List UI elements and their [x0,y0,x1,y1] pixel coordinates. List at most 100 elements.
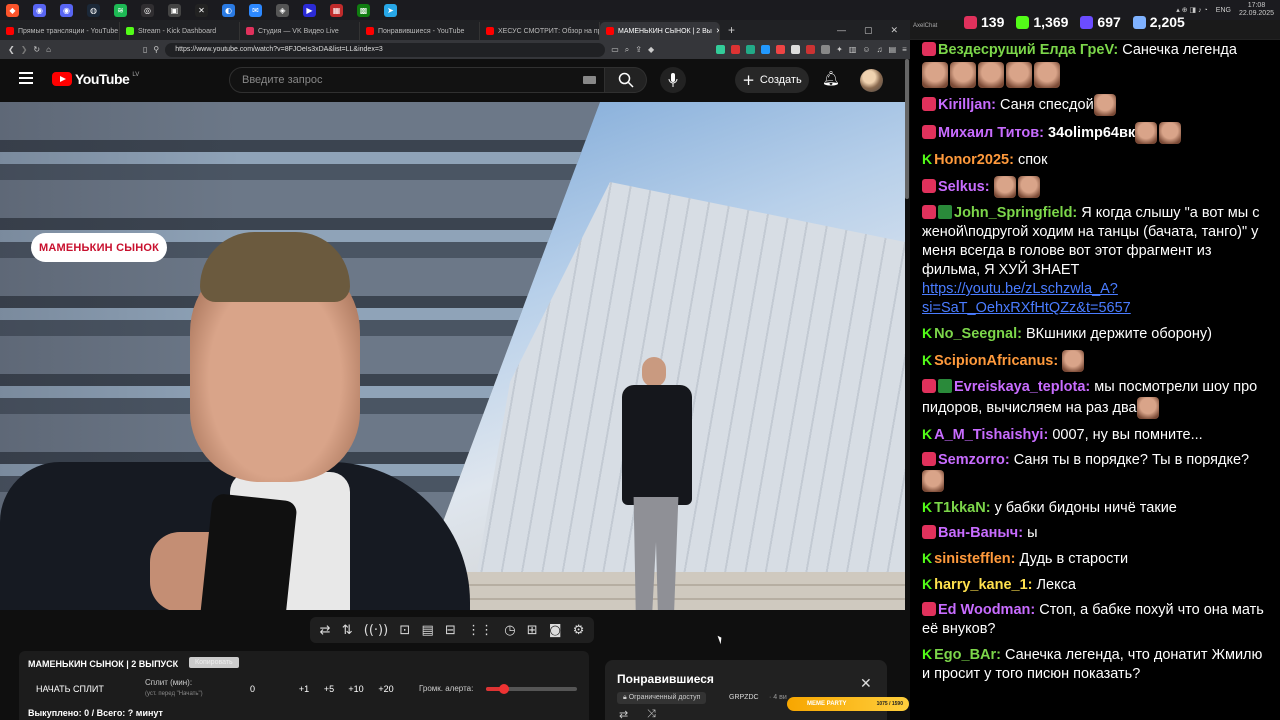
speed-icon[interactable]: ◷ [504,623,515,638]
wallet-icon[interactable]: ▤ [889,45,897,54]
reload-icon[interactable]: ↻ [33,45,40,54]
chat-author[interactable]: Михаил Титов: [938,125,1044,141]
chat-author[interactable]: Honor2025: [934,152,1014,168]
discord-icon-2[interactable]: ◉ [60,3,73,17]
browser-tab[interactable]: ХЕСУС СМОТРИТ: Обзор на пропа [480,22,600,40]
shuffle-icon[interactable]: ⤨ [647,708,656,720]
pip-icon[interactable]: ⊡ [399,623,410,638]
miniplayer-icon[interactable]: ⊟ [445,623,456,638]
browser-icon[interactable]: ◐ [222,3,235,17]
browser-tab[interactable]: Студия — VK Видео Live [240,22,360,40]
profile-icon[interactable]: ☺ [862,45,870,54]
alert-volume-handle[interactable] [499,684,510,694]
chat-author[interactable]: Semzorro: [938,452,1010,468]
forward-icon[interactable]: ❯ [21,45,28,54]
site-info-icon[interactable]: ⚲ [153,45,159,54]
browser-tab[interactable]: Stream - Kick Dashboard [120,22,240,40]
alert-volume-slider[interactable] [486,684,577,694]
playlist-title[interactable]: Понравившиеся [617,672,714,686]
home-icon[interactable]: ⌂ [46,45,51,54]
start-split-button[interactable]: НАЧАТЬ СПЛИТ [36,684,104,694]
zoom-icon[interactable]: ⌕ [625,45,629,55]
extension-icon-2[interactable] [731,45,741,54]
maximize-icon[interactable]: ▢ [864,25,873,36]
steam-icon[interactable]: ◍ [87,3,100,17]
brave-icon[interactable]: ◆ [6,3,19,17]
spotify-icon[interactable]: ≋ [114,3,127,17]
keyboard-icon[interactable] [583,76,596,84]
video-player[interactable]: МАМЕНЬКИН СЫНОК [0,102,905,610]
sort-icon[interactable]: ⇅ [342,623,353,638]
chat-link[interactable]: https://youtu.be/zLschzwla_A?si=SaT_Oehx… [922,281,1131,316]
shield-icon[interactable]: ◆ [648,45,654,54]
avatar[interactable] [860,69,883,92]
share-icon[interactable]: ⇪ [635,45,642,54]
extension-icon-6[interactable] [791,45,801,54]
tab-close-icon[interactable]: ✕ [716,27,719,35]
browser-tab[interactable]: МАМЕНЬКИН СЫНОК | 2 Вы ✕ [600,22,720,40]
discord-icon[interactable]: ◉ [33,3,46,17]
chat-author[interactable]: Ван-Ваныч: [938,525,1023,541]
chat-author[interactable]: Kirilljan: [938,97,996,113]
chat-feed[interactable]: Вездесрущий Елда ГреV: Санечка легенда Ki… [910,40,1280,720]
extension-icon-7[interactable] [806,45,816,54]
chat-author[interactable]: sinistefflen: [934,551,1015,567]
chat-author[interactable]: ScipionAfricanus: [934,353,1058,369]
new-tab-button[interactable]: + [728,23,735,37]
create-button[interactable]: + Создать [735,67,809,93]
media-icon-2[interactable]: ▦ [330,3,343,17]
youtube-logo[interactable]: YouTube LV [52,71,139,87]
browser-tab[interactable]: Понравившиеся - YouTube [360,22,480,40]
extension-icon-3[interactable] [746,45,756,54]
chat-author[interactable]: harry_kane_1: [934,577,1032,593]
telegram-icon[interactable]: ➤ [384,3,397,17]
language-indicator[interactable]: ENG [1216,7,1231,14]
close-icon[interactable]: ✕ [860,676,872,692]
notifications-bell-icon[interactable]: 🔔︎ [822,71,840,87]
x-icon[interactable]: ✕ [195,3,208,17]
broadcast-icon[interactable]: ((·)) [364,623,388,638]
chat-author[interactable]: Вездесрущий Елда ГреV: [938,42,1118,58]
extension-icon-5[interactable] [776,45,786,54]
chat-author[interactable]: Ed Woodman: [938,602,1035,618]
voice-search-button[interactable] [660,67,686,93]
extension-icon-8[interactable] [821,45,831,54]
split-add-10-button[interactable]: +10 [342,684,370,694]
copy-button[interactable]: Копировать [189,657,239,668]
media-controls-icon[interactable]: ♫ [877,45,883,54]
split-add-1-button[interactable]: +1 [292,684,316,694]
obs-icon[interactable]: ◎ [141,3,154,17]
media-icon[interactable]: ▶ [303,3,316,17]
split-add-5-button[interactable]: +5 [316,684,342,694]
menu-hamburger-icon[interactable] [19,72,33,84]
theater-icon[interactable]: ▤ [421,623,433,638]
chat-author[interactable]: Evreiskaya_teplota: [954,379,1090,395]
close-window-icon[interactable]: ✕ [890,25,898,36]
chat-author[interactable]: Ego_BAr: [934,647,1001,663]
loop-icon[interactable]: ⇄ [619,708,628,720]
menu-icon[interactable]: ≡ [902,45,907,54]
address-bar[interactable]: https://www.youtube.com/watch?v=8FJOeIs3… [165,42,606,57]
extension-icon-4[interactable] [761,45,771,54]
page-scrollbar[interactable] [905,59,909,199]
search-button[interactable] [605,67,647,93]
extensions-icon[interactable]: ✦ [836,45,843,54]
app-icon[interactable]: ▣ [168,3,181,17]
screenshot-icon[interactable]: ▭ [611,45,619,54]
chat-author[interactable]: T1kkaN: [934,500,990,516]
tray-icons[interactable]: ▴ ⊕ ◨ ♪ ◔ [1176,6,1208,14]
bookmark-icon[interactable]: ▯ [143,45,147,54]
screenshot-icon[interactable]: ◙ [549,623,562,638]
app-icon-2[interactable]: ◈ [276,3,289,17]
chat-author[interactable]: Selkus: [938,179,990,195]
settings-gear-icon[interactable]: ⚙ [573,623,585,638]
back-icon[interactable]: ❮ [8,45,15,54]
minimize-icon[interactable]: — [837,25,846,36]
playlist-owner[interactable]: GRPZDC [729,694,759,701]
chat-author[interactable]: A_M_Tishaishyi: [934,427,1048,443]
split-add-20-button[interactable]: +20 [370,684,402,694]
add-icon[interactable]: ⊞ [527,623,538,638]
clock[interactable]: 17:08 22.09.2025 [1239,2,1274,18]
chat-author[interactable]: No_Seegnal: [934,326,1022,342]
loop-icon[interactable]: ⇄ [320,623,331,638]
